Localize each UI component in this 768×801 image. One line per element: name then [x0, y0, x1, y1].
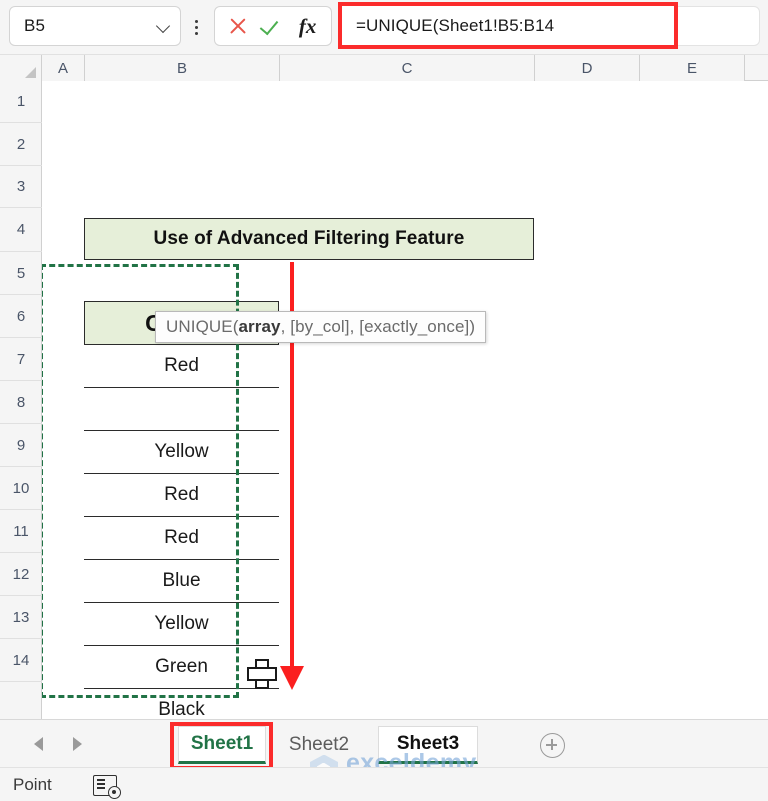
- table-row[interactable]: Yellow: [84, 603, 279, 646]
- title-banner-cell[interactable]: Use of Advanced Filtering Feature: [84, 218, 534, 260]
- table-row[interactable]: Red: [84, 517, 279, 560]
- table-row[interactable]: Blue: [84, 560, 279, 603]
- plus-cursor-icon: [247, 659, 277, 689]
- sheet-tab-sheet3[interactable]: Sheet3: [378, 726, 478, 764]
- dot: [194, 31, 198, 35]
- worksheet-grid[interactable]: Use of Advanced Filtering Feature Colors…: [42, 81, 768, 719]
- tooltip-prefix: UNIQUE(: [166, 317, 239, 336]
- row-header-4[interactable]: 4: [0, 208, 42, 252]
- tooltip-bold-arg: array: [238, 317, 281, 336]
- macro-record-dot: [108, 786, 121, 799]
- enter-check-icon[interactable]: [260, 13, 286, 39]
- nav-next-icon[interactable]: [73, 737, 82, 751]
- sheet-nav-arrows: [34, 733, 116, 755]
- formula-bar-tail: [678, 6, 760, 46]
- column-header-d[interactable]: D: [535, 55, 640, 81]
- row-header-7[interactable]: 7: [0, 338, 42, 381]
- add-sheet-plus-icon[interactable]: [540, 733, 565, 758]
- function-signature-tooltip: UNIQUE(array, [by_col], [exactly_once]): [155, 311, 487, 343]
- macro-line: [96, 779, 105, 781]
- fx-icon[interactable]: fx: [295, 13, 321, 39]
- column-header-a[interactable]: A: [42, 55, 85, 81]
- table-row[interactable]: Yellow: [84, 431, 279, 474]
- dot: [194, 19, 198, 23]
- formula-input[interactable]: =UNIQUE(Sheet1!B5:B14: [342, 6, 674, 45]
- formula-action-icons: fx: [214, 6, 332, 46]
- select-all-corner[interactable]: [0, 55, 42, 81]
- formula-bar-strip: B5 fx =UNIQUE(Sheet1!B5:B14: [0, 0, 768, 55]
- macro-line: [96, 783, 105, 785]
- table-row[interactable]: Black: [84, 689, 279, 719]
- row-header-13[interactable]: 13: [0, 596, 42, 639]
- row-header-6[interactable]: 6: [0, 295, 42, 338]
- row-header-2[interactable]: 2: [0, 123, 42, 166]
- row-header-10[interactable]: 10: [0, 467, 42, 510]
- name-box[interactable]: B5: [9, 6, 181, 46]
- table-row[interactable]: [84, 388, 279, 431]
- nav-prev-icon[interactable]: [34, 737, 43, 751]
- macro-record-icon[interactable]: [93, 775, 121, 799]
- row-header-column: 1 2 3 4 5 6 7 8 9 10 11 12 13 14: [0, 81, 42, 719]
- row-header-14[interactable]: 14: [0, 639, 42, 682]
- chevron-down-icon[interactable]: [156, 18, 172, 34]
- status-mode-label: Point: [13, 775, 52, 794]
- row-header-9[interactable]: 9: [0, 424, 42, 467]
- row-header-3[interactable]: 3: [0, 166, 42, 208]
- name-box-value: B5: [24, 16, 46, 35]
- down-arrow-annotation-head: [280, 666, 304, 690]
- row-header-11[interactable]: 11: [0, 510, 42, 553]
- row-header-12[interactable]: 12: [0, 553, 42, 596]
- dot: [194, 25, 198, 29]
- row-header-1[interactable]: 1: [0, 81, 42, 123]
- column-header-e[interactable]: E: [640, 55, 745, 81]
- table-row[interactable]: Red: [84, 474, 279, 517]
- cancel-x-icon[interactable]: [225, 13, 251, 39]
- vertical-dots-icon[interactable]: [188, 13, 204, 41]
- column-header-c[interactable]: C: [280, 55, 535, 81]
- sheet-tab-bar: Sheet1 Sheet2 Sheet3: [0, 719, 768, 767]
- column-header-row: A B C D E: [0, 55, 768, 81]
- formula-bar-highlight: =UNIQUE(Sheet1!B5:B14: [338, 2, 678, 49]
- macro-line: [96, 787, 105, 789]
- sheet-tab-sheet1[interactable]: Sheet1: [178, 726, 266, 764]
- table-row[interactable]: Red: [84, 345, 279, 388]
- excel-window: B5 fx =UNIQUE(Sheet1!B5:B14 A B C D E 1: [0, 0, 768, 801]
- row-header-8[interactable]: 8: [0, 381, 42, 424]
- plus-cursor-center: [257, 669, 263, 675]
- row-header-5[interactable]: 5: [0, 252, 42, 295]
- sheet-tab-sheet2[interactable]: Sheet2: [275, 726, 363, 764]
- select-all-triangle-icon: [25, 67, 36, 78]
- status-bar: Point: [0, 767, 768, 801]
- tooltip-suffix: , [by_col], [exactly_once]): [280, 317, 476, 336]
- column-header-b[interactable]: B: [85, 55, 280, 81]
